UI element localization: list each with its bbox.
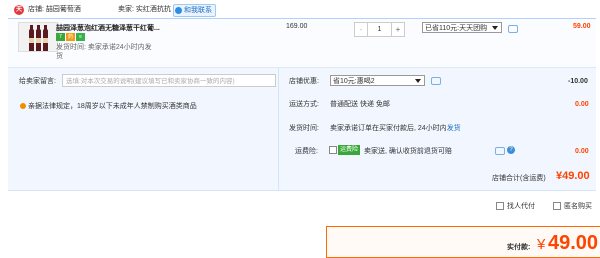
contact-seller-button[interactable]: 和我联系 <box>173 4 216 17</box>
panel-divider <box>278 68 279 190</box>
insurance-chat-icon[interactable] <box>495 147 505 155</box>
wine-bottle-icon <box>28 25 34 51</box>
message-to-seller-input[interactable]: 选填:对本次交易的说明(建议填写已和卖家协商一致的内容) <box>62 74 276 87</box>
chat-icon <box>175 7 182 14</box>
anonymous-purchase-option[interactable]: 匿名购买 <box>553 201 592 211</box>
ship-time-note: 发货时间: 卖家承诺24小时内发货 <box>56 44 152 60</box>
shipping-insurance-label: 运费险: <box>295 148 318 155</box>
shipping-insurance-checkbox[interactable] <box>329 146 337 154</box>
product-badges: 7 药 ≡ <box>56 33 85 41</box>
wine-bottle-icon <box>35 25 41 51</box>
delivery-time-label: 发货时间: <box>289 125 319 132</box>
help-icon[interactable]: ? <box>507 146 515 154</box>
quantity-input[interactable]: 1 <box>368 23 391 36</box>
shipping-insurance-text: 卖家送, 确认收货前退货可赔 <box>364 148 452 155</box>
promotion-select-value: 已省110元:天天团购 <box>425 25 488 32</box>
discount-info-icon[interactable] <box>431 77 441 85</box>
age-restriction-notice: 亲据法律规定，18周岁以下未成年人禁制购买酒类商品 <box>20 101 197 111</box>
shipping-method-label: 运送方式: <box>289 101 319 108</box>
pay-for-me-label: 找人代付 <box>507 203 535 210</box>
store-icon: 天 <box>14 5 24 15</box>
delivery-time-value: 卖家承诺订单在买家付款后, 24小时内发货 <box>330 124 461 134</box>
delivery-time-link[interactable]: 发货 <box>447 125 461 132</box>
quantity-decrease-button[interactable]: - <box>355 23 368 36</box>
message-label: 给卖家留言: <box>19 78 56 85</box>
actual-payment-currency: ¥ <box>537 236 546 253</box>
quantity-increase-button[interactable]: + <box>391 23 404 36</box>
store-discount-value: 省10元:惠喝2 <box>333 78 375 85</box>
location-pin-icon <box>20 103 26 109</box>
promo-info-icon[interactable] <box>508 25 518 33</box>
badge-service-icon: ≡ <box>76 33 85 41</box>
actual-payment-amount: 49.00 <box>548 232 599 254</box>
seller-name[interactable]: 卖家: 实红酒抗抗 <box>118 5 171 15</box>
shipping-insurance-tag: 运费险 <box>338 145 361 155</box>
shipping-method-value: 普通配送 快递 免邮 <box>330 101 390 108</box>
contact-seller-label: 和我联系 <box>184 7 212 14</box>
anonymous-purchase-checkbox[interactable] <box>553 202 561 210</box>
unit-price: 169.00 <box>286 23 308 30</box>
shipping-insurance-amount: 0.00 <box>575 148 589 155</box>
anonymous-purchase-label: 匿名购买 <box>564 203 592 210</box>
store-name[interactable]: 店铺: 喆园葡萄酒 <box>28 5 81 15</box>
delivery-time-text: 卖家承诺订单在买家付款后, 24小时内 <box>330 125 447 132</box>
store-discount-amount: -10.00 <box>568 78 588 85</box>
store-discount-select[interactable]: 省10元:惠喝2 <box>330 75 425 86</box>
badge-7day-icon: 7 <box>56 33 65 41</box>
actual-payment-label: 实付款: <box>507 244 531 251</box>
age-restriction-text: 亲据法律规定，18周岁以下未成年人禁制购买酒类商品 <box>28 103 197 110</box>
store-total-amount: ¥49.00 <box>556 170 590 182</box>
wine-bottle-icon <box>42 25 48 51</box>
pay-for-me-checkbox[interactable] <box>496 202 504 210</box>
shipping-amount: 0.00 <box>575 101 589 108</box>
quantity-stepper: - 1 + <box>354 22 405 37</box>
product-title[interactable]: 喆园泽葱泡红酒无糖泽葱干红葡... <box>56 23 160 33</box>
dropdown-arrow-icon <box>415 79 421 83</box>
promotion-select[interactable]: 已省110元:天天团购 <box>422 22 502 33</box>
pay-for-me-option[interactable]: 找人代付 <box>496 201 535 211</box>
badge-promo-icon: 药 <box>66 33 75 41</box>
store-total-label: 店铺合计(含运费) <box>492 175 546 182</box>
item-subtotal: 59.00 <box>573 23 591 30</box>
store-discount-label: 店铺优惠: <box>289 78 319 85</box>
dropdown-arrow-icon <box>492 26 498 30</box>
product-thumbnail[interactable] <box>18 22 58 52</box>
